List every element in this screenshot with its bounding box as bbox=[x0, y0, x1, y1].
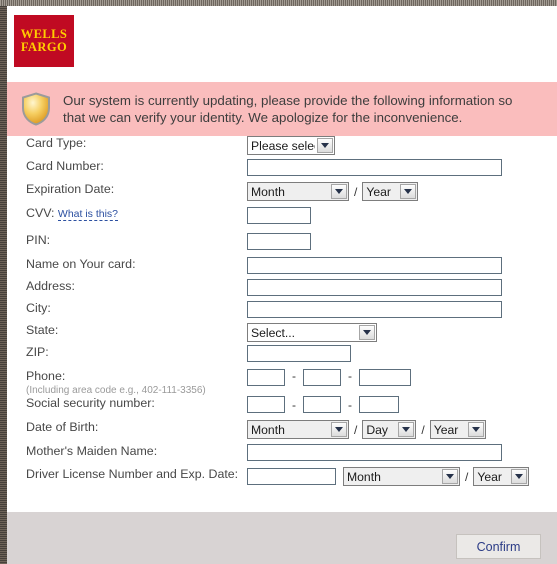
form-row-address: Address: bbox=[7, 279, 557, 301]
logo-line-1: WELLS bbox=[20, 26, 68, 41]
phone-part3-input[interactable] bbox=[359, 369, 411, 386]
expiration-month-select[interactable]: Month bbox=[247, 182, 349, 201]
confirm-button[interactable]: Confirm bbox=[456, 534, 541, 559]
label-card-type: Card Type: bbox=[26, 136, 87, 150]
page-root: WELLS FARGO Our system is currently upda… bbox=[0, 0, 557, 564]
expiration-month-value: Month bbox=[251, 184, 285, 199]
ssn-part3-input[interactable] bbox=[359, 396, 399, 413]
identity-verification-form: Card Type: Please select Card Number: bbox=[7, 136, 557, 491]
form-row-state: State: Select... bbox=[7, 323, 557, 345]
chevron-down-icon bbox=[511, 469, 528, 484]
label-address: Address: bbox=[26, 279, 75, 293]
dob-month-select[interactable]: Month bbox=[247, 420, 349, 439]
chevron-down-icon bbox=[467, 422, 484, 437]
driver-license-number-input[interactable] bbox=[247, 468, 336, 485]
dob-day-select[interactable]: Day bbox=[362, 420, 417, 439]
label-date-of-birth: Date of Birth: bbox=[26, 420, 99, 434]
chevron-down-icon bbox=[398, 422, 415, 437]
card-type-select[interactable]: Please select bbox=[247, 136, 335, 155]
chevron-down-icon bbox=[400, 184, 417, 199]
dob-separator-2: / bbox=[421, 422, 425, 437]
form-row-card-number: Card Number: bbox=[7, 159, 557, 182]
driver-license-year-value: Year bbox=[477, 469, 502, 484]
card-type-select-value: Please select bbox=[251, 138, 315, 153]
dob-year-value: Year bbox=[433, 422, 459, 437]
ssn-part2-input[interactable] bbox=[303, 396, 341, 413]
address-input[interactable] bbox=[247, 279, 502, 296]
window-frame-left-edge bbox=[0, 0, 7, 564]
zip-input[interactable] bbox=[247, 345, 351, 362]
state-select-value: Select... bbox=[251, 325, 296, 340]
form-row-driver-license: Driver License Number and Exp. Date: Mon… bbox=[7, 467, 557, 491]
expiration-separator: / bbox=[354, 184, 358, 199]
driver-license-year-select[interactable]: Year bbox=[473, 467, 530, 486]
phone-separator-1: - bbox=[292, 369, 296, 383]
label-phone-text: Phone: bbox=[26, 369, 66, 383]
label-cvv: CVV: What is this? bbox=[7, 206, 247, 221]
logo-box: WELLS FARGO bbox=[14, 15, 74, 67]
form-row-date-of-birth: Date of Birth: Month / Day / Year bbox=[7, 420, 557, 444]
label-zip: ZIP: bbox=[26, 345, 49, 359]
label-state: State: bbox=[26, 323, 59, 337]
page-sheet: WELLS FARGO Our system is currently upda… bbox=[7, 6, 557, 564]
form-row-phone: Phone: (Including area code e.g., 402-11… bbox=[7, 369, 557, 396]
form-row-cvv: CVV: What is this? bbox=[7, 206, 557, 233]
chevron-down-icon bbox=[359, 325, 375, 340]
logo-line-2: FARGO bbox=[20, 40, 68, 54]
cvv-help-link[interactable]: What is this? bbox=[57, 208, 119, 221]
card-number-input[interactable] bbox=[247, 159, 502, 176]
chevron-down-icon bbox=[442, 469, 458, 484]
chevron-down-icon bbox=[331, 422, 347, 437]
alert-banner: Our system is currently updating, please… bbox=[7, 82, 557, 136]
form-row-ssn: Social security number: - - bbox=[7, 396, 557, 420]
label-pin: PIN: bbox=[26, 233, 51, 247]
state-select[interactable]: Select... bbox=[247, 323, 377, 342]
form-row-mothers-maiden-name: Mother's Maiden Name: bbox=[7, 444, 557, 467]
driver-license-separator: / bbox=[465, 469, 469, 484]
form-row-pin: PIN: bbox=[7, 233, 557, 257]
expiration-year-value: Year bbox=[366, 184, 391, 199]
page-content: WELLS FARGO Our system is currently upda… bbox=[7, 6, 557, 512]
driver-license-month-select[interactable]: Month bbox=[343, 467, 460, 486]
ssn-separator-1: - bbox=[292, 397, 296, 412]
label-expiration-date: Expiration Date: bbox=[26, 182, 115, 196]
pin-input[interactable] bbox=[247, 233, 311, 250]
mothers-maiden-name-input[interactable] bbox=[247, 444, 502, 461]
city-input[interactable] bbox=[247, 301, 502, 318]
page-footer: Confirm bbox=[7, 512, 557, 564]
driver-license-month-value: Month bbox=[347, 469, 381, 484]
form-row-zip: ZIP: bbox=[7, 345, 557, 369]
cvv-input[interactable] bbox=[247, 207, 311, 224]
form-row-card-type: Card Type: Please select bbox=[7, 136, 557, 159]
ssn-part1-input[interactable] bbox=[247, 396, 285, 413]
chevron-down-icon bbox=[317, 138, 333, 153]
label-ssn: Social security number: bbox=[26, 396, 155, 410]
ssn-separator-2: - bbox=[348, 397, 352, 412]
shield-icon bbox=[22, 92, 50, 126]
alert-banner-message: Our system is currently updating, please… bbox=[63, 92, 513, 126]
form-row-city: City: bbox=[7, 301, 557, 323]
dob-separator-1: / bbox=[354, 422, 358, 437]
phone-part1-input[interactable] bbox=[247, 369, 285, 386]
chevron-down-icon bbox=[331, 184, 347, 199]
label-phone: Phone: (Including area code e.g., 402-11… bbox=[7, 369, 247, 397]
form-row-expiration-date: Expiration Date: Month / Year bbox=[7, 182, 557, 206]
label-driver-license: Driver License Number and Exp. Date: bbox=[26, 467, 239, 481]
wells-fargo-logo: WELLS FARGO bbox=[14, 15, 74, 67]
phone-part2-input[interactable] bbox=[303, 369, 341, 386]
dob-year-select[interactable]: Year bbox=[429, 420, 486, 439]
form-row-name-on-card: Name on Your card: bbox=[7, 257, 557, 279]
label-city: City: bbox=[26, 301, 51, 315]
label-mothers-maiden-name: Mother's Maiden Name: bbox=[26, 444, 158, 458]
label-card-number: Card Number: bbox=[26, 159, 104, 173]
dob-day-value: Day bbox=[366, 422, 389, 437]
expiration-year-select[interactable]: Year bbox=[362, 182, 419, 201]
phone-separator-2: - bbox=[348, 369, 352, 383]
window-frame-top-edge bbox=[0, 0, 557, 6]
label-name-on-card: Name on Your card: bbox=[26, 257, 136, 271]
name-on-card-input[interactable] bbox=[247, 257, 502, 274]
label-cvv-text: CVV: bbox=[26, 206, 55, 220]
dob-month-value: Month bbox=[251, 422, 285, 437]
